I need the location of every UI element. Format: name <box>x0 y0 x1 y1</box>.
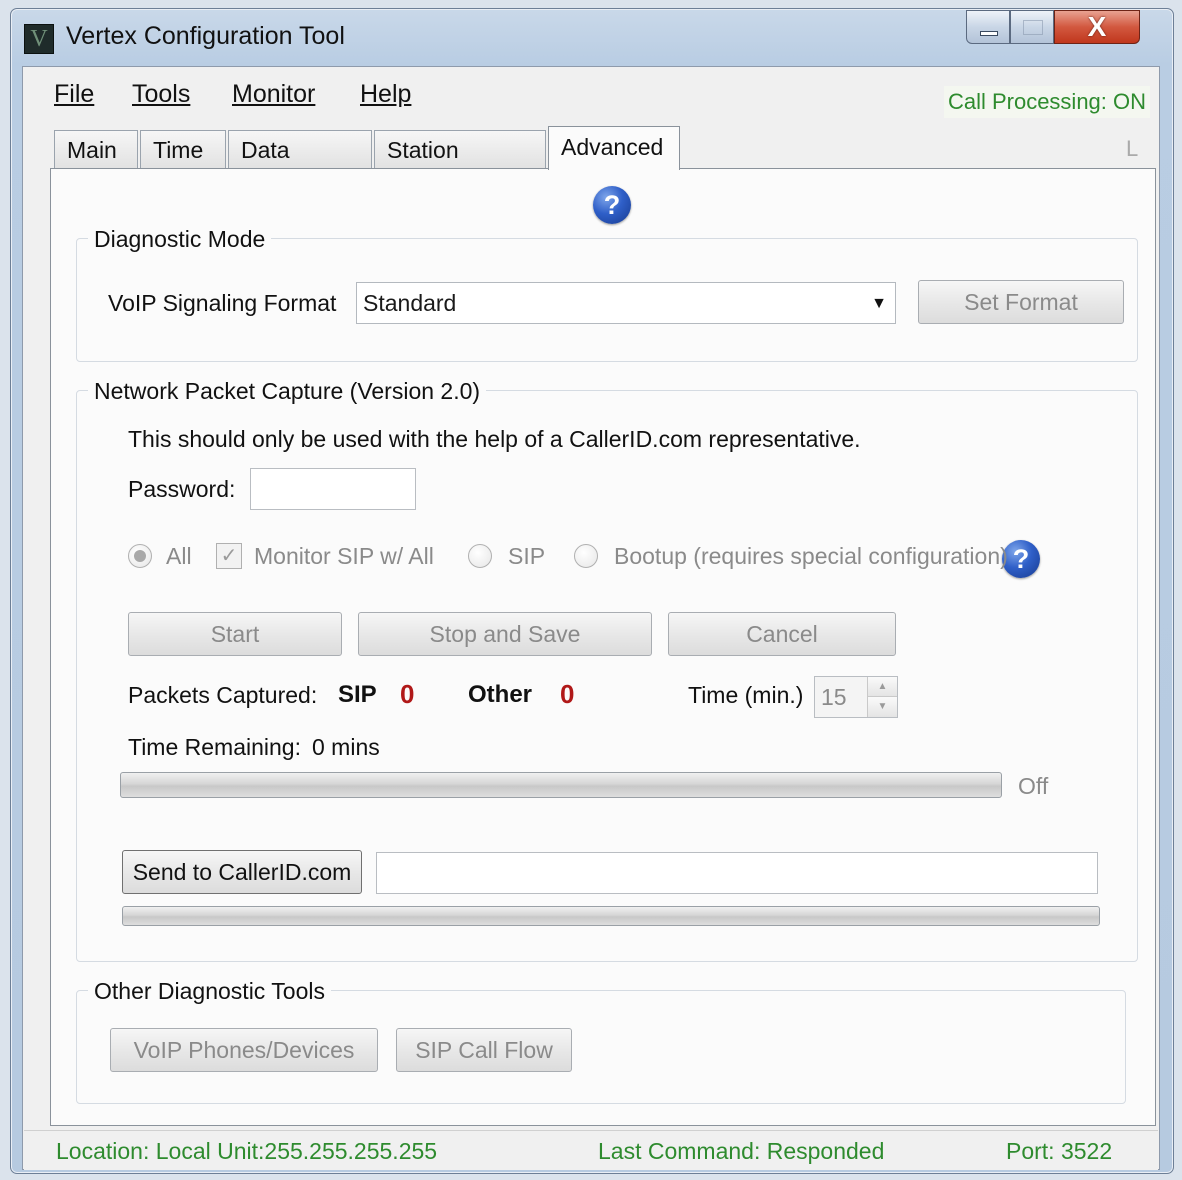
voip-format-value: Standard <box>363 290 457 316</box>
tab-station-routing[interactable]: Station Routing <box>374 130 546 201</box>
voip-format-select[interactable]: Standard ▼ <box>356 282 896 324</box>
menu-file[interactable]: File <box>54 80 94 109</box>
menu-monitor-label: Monitor <box>232 80 316 108</box>
capture-progress-bar <box>120 772 1002 798</box>
monitor-sip-checkbox[interactable]: ✓ <box>216 543 242 569</box>
time-minutes-value: 15 <box>821 684 847 710</box>
checkmark-icon: ✓ <box>220 545 238 567</box>
time-minutes-stepper[interactable]: 15 ▲ ▼ <box>814 676 898 718</box>
other-tools-title: Other Diagnostic Tools <box>88 978 331 1005</box>
password-label: Password: <box>128 476 236 502</box>
menu-file-label: File <box>54 80 95 108</box>
maximize-icon <box>1023 20 1043 35</box>
packet-capture-title: Network Packet Capture (Version 2.0) <box>88 378 487 405</box>
maximize-button[interactable] <box>1010 10 1054 44</box>
voip-format-label: VoIP Signaling Format <box>108 290 337 316</box>
menu-help[interactable]: Help <box>360 80 411 109</box>
other-count-value: 0 <box>560 679 575 709</box>
radio-sip[interactable] <box>468 544 492 568</box>
send-progress-bar <box>122 906 1100 926</box>
time-minutes-label: Time (min.) <box>688 682 804 708</box>
stepper-up-arrow-icon[interactable]: ▲ <box>868 677 897 697</box>
tab-data-output[interactable]: Data Output <box>228 130 372 201</box>
tab-advanced[interactable]: Advanced <box>548 126 680 170</box>
tab-strip-marker: L <box>1126 136 1139 161</box>
app-logo-icon: V <box>24 24 54 54</box>
menu-help-label: Help <box>360 80 412 108</box>
status-port: Port: 3522 <box>1006 1138 1113 1164</box>
status-last-command: Last Command: Responded <box>598 1138 885 1164</box>
menu-tools[interactable]: Tools <box>132 80 190 109</box>
set-format-button[interactable]: Set Format <box>918 280 1124 324</box>
diagnostic-mode-title: Diagnostic Mode <box>88 226 272 253</box>
menu-monitor[interactable]: Monitor <box>232 80 315 109</box>
sip-count-label: SIP <box>338 681 377 708</box>
capture-progress-state: Off <box>1018 773 1049 799</box>
minimize-icon <box>980 31 998 36</box>
tab-main[interactable]: Main <box>54 130 138 168</box>
capture-warning-text: This should only be used with the help o… <box>128 426 861 452</box>
sip-count-value: 0 <box>400 679 415 709</box>
close-button[interactable]: X <box>1054 10 1140 44</box>
cancel-capture-button[interactable]: Cancel <box>668 612 896 656</box>
sip-call-flow-button[interactable]: SIP Call Flow <box>396 1028 572 1072</box>
menu-tools-label: Tools <box>132 80 191 108</box>
voip-phones-devices-button[interactable]: VoIP Phones/Devices <box>110 1028 378 1072</box>
start-capture-button[interactable]: Start <box>128 612 342 656</box>
dropdown-arrow-icon: ▼ <box>871 295 887 312</box>
window-title: Vertex Configuration Tool <box>66 22 345 50</box>
time-remaining-value: 0 mins <box>312 734 380 760</box>
radio-all-label: All <box>166 543 192 569</box>
packets-captured-label: Packets Captured: <box>128 682 318 708</box>
minimize-button[interactable] <box>966 10 1010 44</box>
close-icon: X <box>1087 11 1107 42</box>
tab-time[interactable]: Time <box>140 130 226 168</box>
call-processing-status: Call Processing: ON <box>944 86 1150 118</box>
other-count-label: Other <box>468 681 533 708</box>
monitor-sip-label: Monitor SIP w/ All <box>254 543 434 569</box>
stop-and-save-button[interactable]: Stop and Save <box>358 612 652 656</box>
radio-all[interactable] <box>128 544 152 568</box>
radio-bootup-label: Bootup (requires special configuration) <box>614 543 1008 569</box>
password-input[interactable] <box>250 468 416 510</box>
stepper-buttons: ▲ ▼ <box>867 677 897 717</box>
send-status-field <box>376 852 1098 894</box>
stepper-down-arrow-icon[interactable]: ▼ <box>868 697 897 717</box>
time-remaining-label: Time Remaining: <box>128 734 301 760</box>
send-to-callerid-button[interactable]: Send to CallerID.com <box>122 850 362 894</box>
radio-sip-label: SIP <box>508 543 546 569</box>
status-location: Location: Local Unit:255.255.255.255 <box>56 1138 438 1164</box>
help-icon[interactable]: ? <box>593 186 631 224</box>
caption-buttons: X <box>966 10 1140 46</box>
radio-bootup[interactable] <box>574 544 598 568</box>
